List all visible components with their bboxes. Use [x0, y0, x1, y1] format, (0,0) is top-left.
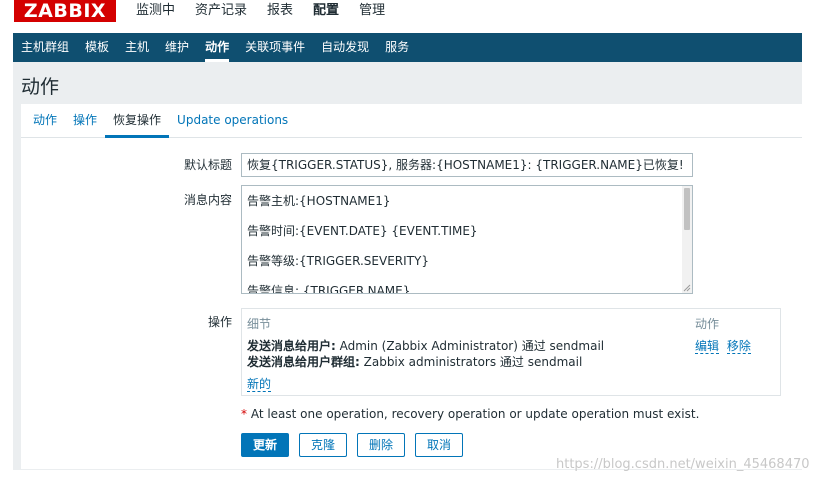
new-operation-row: 新的: [247, 375, 272, 392]
main-menu-item-configuration[interactable]: 配置: [303, 0, 349, 22]
operation-detail: Zabbix administrators 通过 sendmail: [359, 355, 583, 369]
sub-menu-item-templates[interactable]: 模板: [77, 33, 117, 62]
new-link[interactable]: 新的: [247, 377, 272, 392]
message-line: 告警时间:{EVENT.DATE} {EVENT.TIME}: [247, 224, 478, 238]
operation-actions: 编辑 移除: [695, 337, 751, 354]
operation-detail: Admin (Zabbix Administrator) 通过 sendmail: [335, 339, 605, 353]
main-menu-item-reports[interactable]: 报表: [257, 0, 303, 22]
sub-menu-item-host-groups[interactable]: 主机群组: [13, 33, 77, 62]
update-button[interactable]: 更新: [241, 433, 289, 457]
scrollbar-thumb[interactable]: [684, 188, 690, 230]
clone-button[interactable]: 克隆: [299, 433, 347, 457]
tab-update-operations[interactable]: Update operations: [169, 104, 296, 137]
sub-menu-item-event-correlation[interactable]: 关联项事件: [237, 33, 313, 62]
operation-type: 发送消息给用户:: [247, 339, 336, 353]
sub-menu: 主机群组 模板 主机 维护 动作 关联项事件 自动发现 服务: [13, 33, 802, 62]
tab-operations[interactable]: 操作: [65, 104, 105, 137]
subject-input[interactable]: 恢复{TRIGGER.STATUS}, 服务器:{HOSTNAME1}: {TR…: [241, 153, 693, 177]
operation-row-group: 发送消息给用户群组: Zabbix administrators 通过 send…: [247, 353, 582, 370]
delete-button[interactable]: 删除: [357, 433, 405, 457]
top-bar: ZABBIX 监测中 资产记录 报表 配置 管理: [0, 0, 837, 33]
message-scrollbar[interactable]: [682, 186, 692, 293]
watermark: https://blog.csdn.net/weixin_45468470: [556, 457, 810, 472]
message-line: 告警信息: {TRIGGER.NAME}: [247, 284, 411, 294]
sub-menu-item-discovery[interactable]: 自动发现: [313, 33, 377, 62]
ops-header-action: 动作: [695, 317, 720, 331]
tab-action[interactable]: 动作: [25, 104, 65, 137]
resize-handle-icon[interactable]: [683, 284, 691, 292]
zabbix-logo[interactable]: ZABBIX: [14, 0, 116, 22]
form-tabs: 动作 操作 恢复操作 Update operations: [21, 104, 802, 138]
sub-menu-item-maintenance[interactable]: 维护: [157, 33, 197, 62]
message-line: 告警主机:{HOSTNAME1}: [247, 194, 391, 208]
page-title: 动作: [21, 76, 60, 98]
tab-recovery-operations[interactable]: 恢复操作: [105, 104, 170, 138]
cancel-button[interactable]: 取消: [415, 433, 463, 457]
main-menu-item-inventory[interactable]: 资产记录: [185, 0, 257, 22]
sub-menu-item-actions[interactable]: 动作: [197, 33, 237, 62]
subject-label: 默认标题: [183, 158, 232, 172]
message-line: 告警等级:{TRIGGER.SEVERITY}: [247, 254, 429, 268]
edit-link[interactable]: 编辑: [695, 339, 720, 354]
operations-label: 操作: [207, 315, 232, 329]
sub-menu-item-hosts[interactable]: 主机: [117, 33, 157, 62]
remove-link[interactable]: 移除: [726, 339, 751, 354]
message-label: 消息内容: [183, 193, 232, 207]
warning-text: At least one operation, recovery operati…: [247, 407, 700, 421]
operation-type: 发送消息给用户群组:: [247, 355, 360, 369]
main-menu: 监测中 资产记录 报表 配置 管理: [126, 0, 395, 22]
message-textarea[interactable]: 告警主机:{HOSTNAME1} 告警时间:{EVENT.DATE} {EVEN…: [241, 185, 693, 294]
validation-warning: * At least one operation, recovery opera…: [241, 407, 699, 421]
main-menu-item-monitoring[interactable]: 监测中: [126, 0, 185, 22]
ops-header-details: 细节: [247, 317, 272, 331]
operation-row-user: 发送消息给用户: Admin (Zabbix Administrator) 通过…: [247, 337, 604, 354]
main-menu-item-administration[interactable]: 管理: [349, 0, 395, 22]
page-header: 动作: [13, 62, 802, 104]
sub-menu-item-services[interactable]: 服务: [377, 33, 417, 62]
